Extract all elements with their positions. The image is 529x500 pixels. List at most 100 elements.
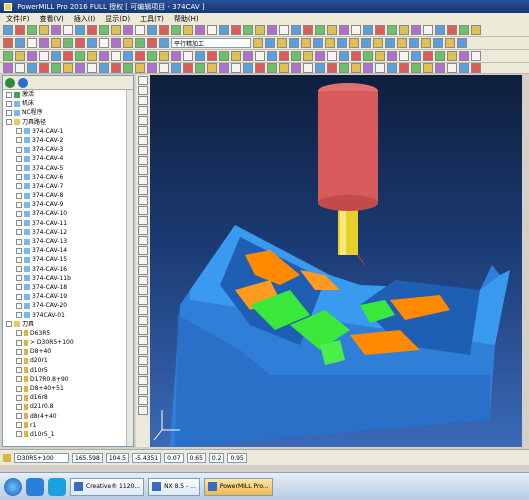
toolbar-button-icon[interactable]: [87, 51, 97, 61]
toolbar-button-icon[interactable]: [75, 38, 85, 48]
view-button-icon[interactable]: [138, 286, 148, 295]
toolbar-button-icon[interactable]: [325, 38, 335, 48]
toolbar-button-icon[interactable]: [147, 51, 157, 61]
toolbar-button-icon[interactable]: [303, 63, 313, 73]
toolbar-button-icon[interactable]: [15, 25, 25, 35]
toolbar-button-icon[interactable]: [135, 51, 145, 61]
toolbar-button-icon[interactable]: [253, 38, 263, 48]
tree-item[interactable]: 374-CAV-18: [3, 283, 133, 292]
toolbar-button-icon[interactable]: [63, 63, 73, 73]
toolbar-button-icon[interactable]: [387, 63, 397, 73]
expand-icon[interactable]: [6, 91, 12, 98]
tree-item[interactable]: 374-CAV-6: [3, 173, 133, 182]
expand-icon[interactable]: [16, 284, 22, 291]
toolbar-button-icon[interactable]: [375, 63, 385, 73]
expand-icon[interactable]: [16, 422, 22, 429]
toolbar-button-icon[interactable]: [15, 38, 25, 48]
toolbar-button-icon[interactable]: [51, 25, 61, 35]
tree-item[interactable]: d16r8: [3, 393, 133, 402]
toolbar-button-icon[interactable]: [147, 38, 157, 48]
view-button-icon[interactable]: [138, 176, 148, 185]
toolbar-button-icon[interactable]: [339, 63, 349, 73]
expand-icon[interactable]: [16, 413, 22, 420]
view-button-icon[interactable]: [138, 316, 148, 325]
toolbar-button-icon[interactable]: [265, 38, 275, 48]
toolbar-button-icon[interactable]: [231, 63, 241, 73]
view-button-icon[interactable]: [138, 386, 148, 395]
toolbar-button-icon[interactable]: [349, 38, 359, 48]
toolbar-button-icon[interactable]: [75, 51, 85, 61]
expand-icon[interactable]: [16, 367, 22, 374]
view-button-icon[interactable]: [138, 256, 148, 265]
tree-item[interactable]: 374-CAV-3: [3, 145, 133, 154]
tree-item[interactable]: d8r4+40: [3, 412, 133, 421]
explorer-scrollbar[interactable]: [126, 90, 133, 446]
tree-item[interactable]: D17R0.8+90: [3, 375, 133, 384]
toolbar-button-icon[interactable]: [147, 25, 157, 35]
tree-item[interactable]: 374-CAV-7: [3, 182, 133, 191]
toolbar-button-icon[interactable]: [75, 63, 85, 73]
view-button-icon[interactable]: [138, 336, 148, 345]
expand-icon[interactable]: [16, 403, 22, 410]
view-button-icon[interactable]: [138, 166, 148, 175]
toolbar-button-icon[interactable]: [421, 38, 431, 48]
toolbar-button-icon[interactable]: [315, 51, 325, 61]
toolbar-button-icon[interactable]: [445, 38, 455, 48]
toolbar-button-icon[interactable]: [123, 63, 133, 73]
toolbar-button-icon[interactable]: [99, 25, 109, 35]
toolbar-button-icon[interactable]: [195, 63, 205, 73]
toolbar-button-icon[interactable]: [315, 63, 325, 73]
toolbar-button-icon[interactable]: [207, 51, 217, 61]
toolbar-button-icon[interactable]: [87, 38, 97, 48]
toolbar-button-icon[interactable]: [3, 38, 13, 48]
expand-icon[interactable]: [6, 321, 12, 328]
toolbar-button-icon[interactable]: [279, 25, 289, 35]
expand-icon[interactable]: [16, 339, 22, 346]
toolbar-button-icon[interactable]: [207, 63, 217, 73]
expand-icon[interactable]: [16, 174, 22, 181]
view-button-icon[interactable]: [138, 196, 148, 205]
tolerance-value[interactable]: 0.07: [164, 452, 184, 463]
browser-icon[interactable]: [26, 477, 44, 496]
tree-item[interactable]: D8+40: [3, 347, 133, 356]
toolbar-button-icon[interactable]: [411, 51, 421, 61]
view-button-icon[interactable]: [138, 406, 148, 415]
toolbar-button-icon[interactable]: [387, 25, 397, 35]
toolbar-button-icon[interactable]: [279, 51, 289, 61]
expand-icon[interactable]: [6, 109, 12, 116]
expand-icon[interactable]: [16, 192, 22, 199]
toolbar-button-icon[interactable]: [423, 25, 433, 35]
expand-icon[interactable]: [16, 293, 22, 300]
toolbar-button-icon[interactable]: [159, 38, 169, 48]
tree-item[interactable]: NC程序: [3, 108, 133, 117]
toolbar-button-icon[interactable]: [303, 51, 313, 61]
tree-item[interactable]: 374-CAV-13: [3, 237, 133, 246]
tree-item[interactable]: 374-CAV-20: [3, 301, 133, 310]
toolbar-button-icon[interactable]: [291, 51, 301, 61]
tree-item[interactable]: d10r5_1: [3, 430, 133, 439]
tree-item[interactable]: d10r5: [3, 366, 133, 375]
expand-icon[interactable]: [16, 431, 22, 438]
view-button-icon[interactable]: [138, 276, 148, 285]
tree-item[interactable]: 374-CAV-2: [3, 136, 133, 145]
view-button-icon[interactable]: [138, 346, 148, 355]
toolbar-button-icon[interactable]: [171, 51, 181, 61]
view-button-icon[interactable]: [138, 96, 148, 105]
menu-item[interactable]: 显示(D): [105, 14, 130, 23]
toolbar-button-icon[interactable]: [375, 25, 385, 35]
tree-item[interactable]: 374-CAV-19: [3, 292, 133, 301]
toolbar-button-icon[interactable]: [159, 51, 169, 61]
expand-icon[interactable]: [16, 357, 22, 364]
toolbar-button-icon[interactable]: [39, 38, 49, 48]
toolbar-button-icon[interactable]: [267, 25, 277, 35]
toolbar-button-icon[interactable]: [135, 38, 145, 48]
toolbar-button-icon[interactable]: [111, 25, 121, 35]
toolbar-button-icon[interactable]: [63, 25, 73, 35]
expand-icon[interactable]: [6, 100, 12, 107]
view-button-icon[interactable]: [138, 106, 148, 115]
expand-icon[interactable]: [16, 330, 22, 337]
expand-icon[interactable]: [16, 348, 22, 355]
toolbar-button-icon[interactable]: [219, 25, 229, 35]
toolbar-button-icon[interactable]: [87, 63, 97, 73]
expand-icon[interactable]: [16, 238, 22, 245]
